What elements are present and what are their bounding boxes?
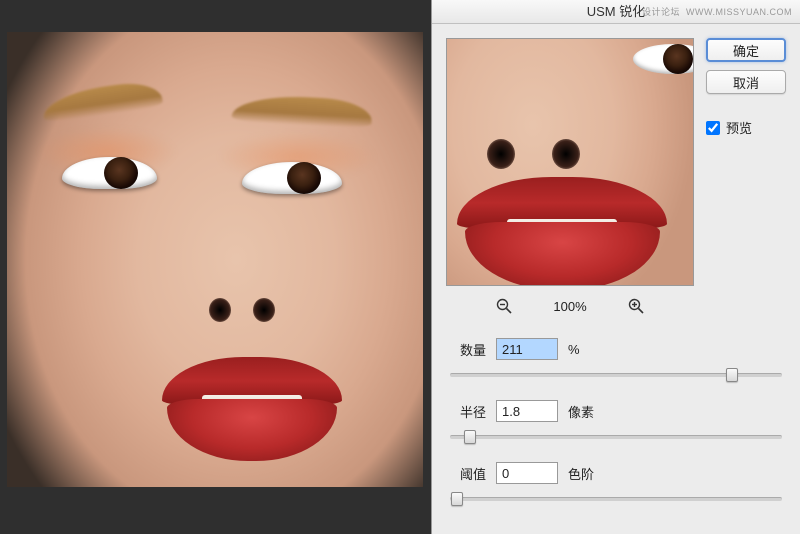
threshold-unit: 色阶 xyxy=(568,464,594,483)
zoom-out-icon xyxy=(496,298,512,314)
cancel-button[interactable]: 取消 xyxy=(706,70,786,94)
zoom-out-button[interactable] xyxy=(495,297,513,315)
canvas-area xyxy=(0,0,430,534)
threshold-input[interactable] xyxy=(496,462,558,484)
filter-preview[interactable] xyxy=(446,38,694,286)
preview-checkbox-label: 预览 xyxy=(726,118,752,137)
document-image[interactable] xyxy=(7,32,423,487)
zoom-in-icon xyxy=(628,298,644,314)
amount-slider[interactable] xyxy=(450,366,782,384)
radius-label: 半径 xyxy=(450,402,486,421)
threshold-slider[interactable] xyxy=(450,490,782,508)
ok-button[interactable]: 确定 xyxy=(706,38,786,62)
radius-unit: 像素 xyxy=(568,402,594,421)
usm-sharpen-dialog: USM 锐化 设计论坛 WWW.MISSYUAN.COM xyxy=(431,0,800,534)
preview-checkbox[interactable] xyxy=(706,121,720,135)
watermark: 设计论坛 WWW.MISSYUAN.COM xyxy=(642,0,792,24)
amount-slider-thumb[interactable] xyxy=(726,368,738,382)
dialog-titlebar[interactable]: USM 锐化 设计论坛 WWW.MISSYUAN.COM xyxy=(432,0,800,24)
threshold-label: 阈值 xyxy=(450,464,486,483)
radius-slider-thumb[interactable] xyxy=(464,430,476,444)
amount-label: 数量 xyxy=(450,340,486,359)
amount-input[interactable] xyxy=(496,338,558,360)
radius-slider[interactable] xyxy=(450,428,782,446)
amount-unit: % xyxy=(568,342,580,357)
preview-checkbox-wrap[interactable]: 预览 xyxy=(706,118,786,137)
zoom-level: 100% xyxy=(553,299,586,314)
threshold-slider-thumb[interactable] xyxy=(451,492,463,506)
dialog-title: USM 锐化 xyxy=(587,4,646,19)
radius-input[interactable] xyxy=(496,400,558,422)
zoom-in-button[interactable] xyxy=(627,297,645,315)
